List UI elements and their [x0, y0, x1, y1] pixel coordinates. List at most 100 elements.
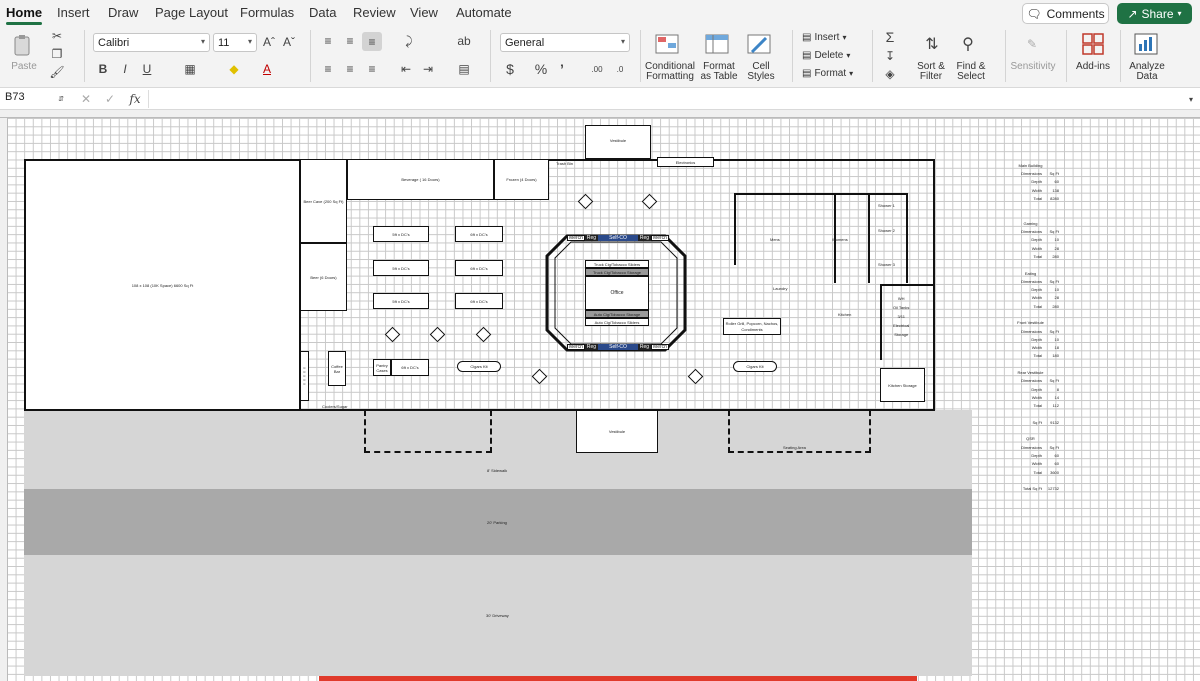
format-as-table-label[interactable]: Format as Table: [697, 62, 741, 82]
sort-filter-label[interactable]: Sort & Filter: [912, 62, 950, 82]
cut-icon[interactable]: ✂: [50, 29, 64, 43]
coffee-bar: Coffee Bar: [328, 351, 346, 386]
number-format-select[interactable]: General ▾: [500, 33, 630, 52]
parking-label: 20' Parking: [487, 520, 507, 525]
auto-tobacco-storage: Auto Cig/Tobacco Storage: [585, 310, 649, 318]
align-left-icon[interactable]: ≡: [320, 61, 336, 77]
tab-view[interactable]: View: [410, 5, 438, 20]
cancel-icon[interactable]: ✕: [80, 91, 92, 107]
decrease-indent-icon[interactable]: ⇤: [398, 61, 414, 77]
tab-insert[interactable]: Insert: [57, 5, 90, 20]
comma-style-icon[interactable]: ’: [556, 61, 568, 77]
tab-data[interactable]: Data: [309, 5, 336, 20]
decrease-font-icon[interactable]: Aˇ: [282, 33, 296, 51]
gondola: 6ft x DC's: [455, 293, 503, 309]
delete-cells-button[interactable]: ▤ Delete ▾: [802, 50, 850, 61]
cell-styles-label[interactable]: Cell Styles: [745, 62, 777, 82]
tab-automate[interactable]: Automate: [456, 5, 512, 20]
insert-function-icon[interactable]: fx: [128, 91, 142, 107]
beer-doors: Beer (6 Doors): [300, 243, 347, 311]
font-color-icon[interactable]: A: [259, 61, 275, 77]
gondola: 6ft x DC's: [391, 359, 429, 376]
autosum-icon[interactable]: Σ: [882, 29, 898, 45]
font-name-value: Calibri: [98, 36, 130, 49]
tab-page-layout[interactable]: Page Layout: [155, 5, 228, 20]
gondola: 6ft x DC's: [455, 226, 503, 242]
font-size-select[interactable]: 11 ▾: [213, 33, 257, 52]
wrap-text-icon[interactable]: ab: [455, 33, 473, 49]
mens-label: Mens: [770, 237, 780, 242]
vestibule-bottom: Vestibule: [576, 410, 658, 453]
chevron-down-icon: ▾: [200, 37, 205, 46]
tab-formulas[interactable]: Formulas: [240, 5, 294, 20]
paste-icon[interactable]: [10, 34, 36, 58]
bold-icon[interactable]: B: [96, 61, 110, 77]
counter-register: Reg: [585, 235, 598, 241]
analyze-data-icon[interactable]: [1133, 32, 1159, 56]
format-cells-button[interactable]: ▤ Format ▾: [802, 68, 853, 79]
beer-cave: Beer Cave (200 Sq Ft): [300, 159, 347, 243]
cigar-kit: Cigars Kit: [457, 361, 501, 372]
restroom-wall: [868, 193, 870, 283]
worksheet-grid[interactable]: 8' Sidewalk 20' Parking 30' Driveway 108…: [0, 110, 1200, 681]
orientation-icon[interactable]: ⤸: [400, 33, 418, 49]
gondola: 6ft x DC's: [455, 260, 503, 276]
roller-grill-station: Roller Grill, Popcorn, Nachos, Condiments: [723, 318, 781, 335]
truck-tobacco-storage: Truck Cig/Tobacco Storage: [585, 268, 649, 276]
tab-draw[interactable]: Draw: [108, 5, 138, 20]
driveway-label: 30' Driveway: [486, 613, 509, 618]
chevron-down-icon[interactable]: ▾: [1186, 91, 1196, 107]
formula-input[interactable]: [148, 90, 1184, 108]
italic-icon[interactable]: I: [118, 61, 132, 77]
conditional-formatting-label[interactable]: Conditional Formatting: [644, 62, 696, 82]
format-painter-icon[interactable]: 🖌: [49, 65, 64, 79]
increase-decimal-icon[interactable]: .00: [589, 61, 605, 77]
sort-filter-icon[interactable]: ⇅: [920, 32, 944, 56]
cell-styles-icon[interactable]: [746, 32, 772, 56]
coolers-label: Coolers/Sugar: [322, 404, 348, 409]
align-center-icon[interactable]: ≡: [342, 61, 358, 77]
underline-icon[interactable]: U: [140, 61, 154, 77]
clear-icon[interactable]: ◈: [882, 66, 898, 82]
align-right-icon[interactable]: ≡: [364, 61, 380, 77]
align-top-icon[interactable]: ≡: [320, 33, 336, 49]
format-as-table-icon[interactable]: [704, 32, 730, 56]
conditional-formatting-icon[interactable]: [654, 32, 680, 56]
tab-home[interactable]: Home: [6, 5, 43, 25]
merge-center-icon[interactable]: ▤: [455, 61, 473, 77]
align-bottom-icon[interactable]: ≡: [362, 32, 382, 51]
wh-wall: [880, 284, 882, 360]
currency-icon[interactable]: $: [502, 61, 518, 77]
womens-label: Womens: [832, 237, 848, 242]
add-ins-label[interactable]: Add-ins: [1072, 62, 1114, 72]
borders-icon[interactable]: ▦: [182, 61, 198, 77]
pantry-cases: CCCCC: [300, 351, 309, 401]
cigar-kit: Cigars Kit: [733, 361, 777, 372]
find-select-icon[interactable]: ⚲: [956, 32, 980, 56]
restroom-wall: [734, 193, 907, 195]
find-select-label[interactable]: Find & Select: [952, 62, 990, 82]
tab-review[interactable]: Review: [353, 5, 396, 20]
comments-button[interactable]: 🗨 Comments: [1022, 3, 1109, 24]
name-box-stepper-icon[interactable]: ⇵: [57, 91, 65, 107]
restroom-wall: [906, 193, 908, 283]
restroom-wall: [734, 193, 736, 265]
decrease-decimal-icon[interactable]: .0: [612, 61, 628, 77]
share-button[interactable]: ↗ Share ▾: [1117, 3, 1192, 24]
share-icon: ↗: [1127, 6, 1138, 21]
font-name-select[interactable]: Calibri ▾: [93, 33, 210, 52]
fill-color-icon[interactable]: ◆: [226, 61, 242, 77]
increase-indent-icon[interactable]: ⇥: [420, 61, 436, 77]
delete-icon: ▤: [802, 50, 812, 61]
enter-icon[interactable]: ✓: [104, 91, 116, 107]
fill-icon[interactable]: ↧: [882, 48, 898, 64]
insert-cells-button[interactable]: ▤ Insert ▾: [802, 32, 846, 43]
analyze-data-label[interactable]: Analyze Data: [1126, 62, 1168, 82]
row-headers: [0, 118, 8, 681]
add-ins-icon[interactable]: [1080, 32, 1106, 56]
insert-icon: ▤: [802, 32, 812, 43]
align-middle-icon[interactable]: ≡: [342, 33, 358, 49]
percent-icon[interactable]: %: [533, 61, 549, 77]
increase-font-icon[interactable]: Aˆ: [262, 33, 276, 51]
copy-icon[interactable]: ❐: [50, 47, 64, 61]
